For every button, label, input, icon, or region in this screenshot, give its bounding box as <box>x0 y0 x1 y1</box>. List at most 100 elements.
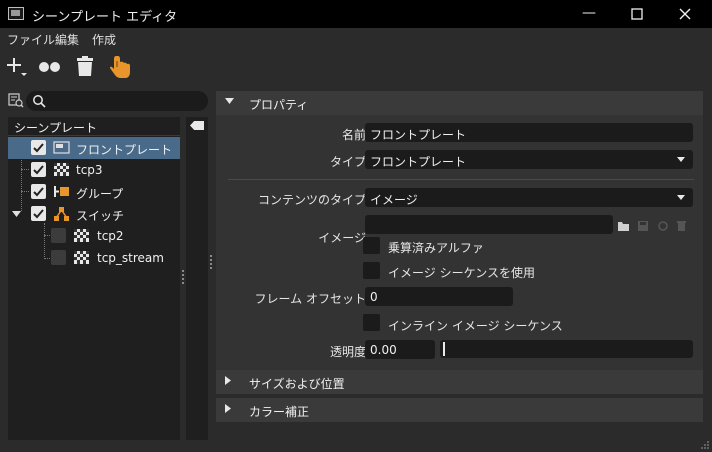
section-size-position-header[interactable]: サイズおよび位置 <box>216 370 703 394</box>
content-type-dropdown[interactable]: イメージ <box>365 188 693 207</box>
menu-file[interactable]: ファイル <box>7 31 55 48</box>
inline-image-sequence-checkbox[interactable] <box>363 314 380 331</box>
section-title: プロパティ <box>249 98 309 112</box>
opacity-value: 0.00 <box>370 343 397 357</box>
close-icon <box>679 8 691 20</box>
tree-item-tcp-stream[interactable]: tcp_stream <box>8 247 180 269</box>
frame-offset-value: 0 <box>370 290 378 304</box>
frontplate-icon <box>53 141 70 154</box>
maximize-button[interactable] <box>614 0 660 28</box>
inline-image-sequence-label: インライン イメージ シーケンス <box>388 319 563 333</box>
dropdown-arrow-icon <box>677 157 685 162</box>
visibility-checkbox[interactable] <box>31 140 46 155</box>
menu-create[interactable]: 作成 <box>92 31 116 48</box>
maximize-icon <box>631 8 643 20</box>
tree-header: シーンプレート <box>14 121 98 135</box>
checker-icon <box>74 229 89 242</box>
name-value: フロントプレート <box>370 128 467 142</box>
property-divider <box>228 179 694 180</box>
visibility-checkbox[interactable] <box>51 250 66 265</box>
visibility-checkbox[interactable] <box>51 228 66 243</box>
layer-flag-icon <box>190 121 204 130</box>
dots-icon <box>39 62 60 72</box>
window-title: シーンプレート エディタ <box>32 10 178 25</box>
delete-button[interactable] <box>70 52 100 80</box>
collapse-arrow-icon <box>225 98 234 104</box>
opacity-slider[interactable] <box>440 340 693 358</box>
content-type-label: コンテンツのタイプ <box>257 193 366 207</box>
layer-column <box>186 117 208 440</box>
checker-icon <box>54 163 69 176</box>
save-icon[interactable] <box>638 221 648 231</box>
group-icon <box>54 186 69 197</box>
section-color-correction-header[interactable]: カラー補正 <box>216 398 703 422</box>
hand-pointer-icon <box>110 56 130 78</box>
tree-item-label: グループ <box>76 187 124 201</box>
content-type-value: イメージ <box>370 193 418 207</box>
toolbar <box>0 50 712 80</box>
minimize-button[interactable]: — <box>566 0 612 28</box>
search-icon <box>33 95 46 108</box>
pick-button[interactable] <box>106 52 136 80</box>
dropdown-arrow-icon <box>677 195 685 200</box>
filter-icon[interactable] <box>8 92 24 108</box>
tree-item-switch[interactable]: スイッチ <box>8 203 180 225</box>
name-label: 名前 <box>341 128 366 142</box>
visibility-checkbox[interactable] <box>31 206 46 221</box>
visibility-checkbox[interactable] <box>31 184 46 199</box>
expand-arrow-icon[interactable] <box>12 211 21 217</box>
add-button[interactable] <box>2 52 32 80</box>
tree-item-tcp3[interactable]: tcp3 <box>8 159 180 181</box>
reload-icon[interactable] <box>658 221 668 231</box>
tree-item-frontplate[interactable]: フロントプレート <box>8 137 180 159</box>
tree-item-label: フロントプレート <box>76 143 173 157</box>
opacity-field[interactable]: 0.00 <box>365 340 435 359</box>
tree-header-divider <box>8 135 180 136</box>
type-value: フロントプレート <box>370 155 467 169</box>
trash-icon <box>77 56 93 76</box>
tree-item-group[interactable]: グループ <box>8 181 180 203</box>
search-input[interactable] <box>26 91 208 111</box>
tree-item-label: tcp3 <box>76 163 103 177</box>
use-image-sequence-label: イメージ シーケンスを使用 <box>388 266 535 280</box>
image-actions <box>617 219 687 236</box>
opacity-slider-thumb[interactable] <box>443 342 445 356</box>
tree-item-label: tcp_stream <box>97 251 164 265</box>
section-properties-header[interactable]: プロパティ <box>216 91 703 115</box>
visibility-checkbox[interactable] <box>31 162 46 177</box>
frame-offset-field[interactable]: 0 <box>365 287 513 306</box>
clear-icon[interactable] <box>677 221 686 231</box>
use-image-sequence-checkbox[interactable] <box>363 262 380 279</box>
premultiplied-alpha-label: 乗算済みアルファ <box>388 241 484 255</box>
checker-icon <box>74 251 89 264</box>
title-bar: シーンプレート エディタ — <box>0 0 712 28</box>
scene-tree: シーンプレート フロントプレート tcp3 グループ スイッチ tcp2 tcp… <box>8 117 180 440</box>
tree-item-label: スイッチ <box>76 209 125 223</box>
resize-grip-icon[interactable] <box>700 440 710 450</box>
image-label: イメージ <box>318 231 366 245</box>
name-field[interactable]: フロントプレート <box>365 123 693 142</box>
section-title: カラー補正 <box>249 405 310 419</box>
duplicate-button[interactable] <box>34 52 64 80</box>
type-dropdown[interactable]: フロントプレート <box>365 150 693 169</box>
splitter-handle[interactable] <box>182 270 184 284</box>
expand-arrow-icon <box>225 404 231 413</box>
close-button[interactable] <box>662 0 708 28</box>
type-label: タイプ <box>329 155 366 169</box>
folder-icon[interactable] <box>618 222 629 231</box>
add-icon <box>7 58 27 76</box>
menu-edit[interactable]: 編集 <box>55 31 79 48</box>
tree-item-label: tcp2 <box>97 229 124 243</box>
splitter-handle[interactable] <box>210 255 212 269</box>
switch-icon <box>54 207 69 221</box>
section-title: サイズおよび位置 <box>249 377 345 391</box>
premultiplied-alpha-checkbox[interactable] <box>363 237 380 254</box>
menu-bar: ファイル 編集 作成 <box>0 28 712 50</box>
frame-offset-label: フレーム オフセット <box>254 292 366 306</box>
tree-item-tcp2[interactable]: tcp2 <box>8 225 180 247</box>
expand-arrow-icon <box>225 376 231 385</box>
scene-tree-pane: シーンプレート フロントプレート tcp3 グループ スイッチ tcp2 tcp… <box>0 86 212 446</box>
app-icon <box>8 7 24 20</box>
image-path-field[interactable] <box>365 215 613 234</box>
opacity-label: 透明度 <box>329 345 366 359</box>
